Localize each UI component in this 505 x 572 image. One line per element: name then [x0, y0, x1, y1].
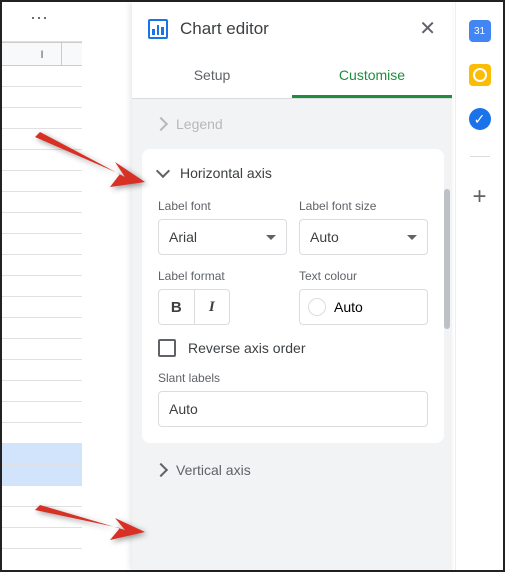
tabs: Setup Customise [132, 55, 452, 99]
chart-editor-panel: Chart editor ✕ Setup Customise Legend Ho… [132, 2, 452, 570]
annotation-arrow [30, 122, 150, 207]
chevron-right-icon [154, 463, 168, 477]
label-font-label: Label font [158, 199, 287, 213]
section-vertical-axis[interactable]: Vertical axis [142, 449, 450, 491]
section-haxis-header[interactable]: Horizontal axis [158, 165, 428, 181]
spreadsheet-background: I [2, 2, 82, 570]
section-legend[interactable]: Legend [142, 103, 450, 145]
caret-down-icon [407, 235, 417, 240]
close-icon[interactable]: ✕ [419, 16, 436, 41]
label-font-size-label: Label font size [299, 199, 428, 213]
text-colour-dropdown[interactable]: Auto [299, 289, 428, 325]
tab-setup[interactable]: Setup [132, 55, 292, 98]
divider [470, 156, 490, 157]
column-header[interactable]: I [2, 42, 82, 66]
section-horizontal-axis: Horizontal axis Label font Arial Label f… [142, 149, 444, 443]
add-icon[interactable]: + [472, 183, 486, 211]
bold-button[interactable]: B [159, 290, 195, 324]
chevron-down-icon [156, 164, 170, 178]
chart-icon [148, 19, 168, 39]
panel-title: Chart editor [180, 19, 407, 39]
slant-labels-dropdown[interactable]: Auto [158, 391, 428, 427]
panel-body: Legend Horizontal axis Label font Arial … [132, 99, 452, 570]
slant-labels-label: Slant labels [158, 371, 428, 385]
label-format-label: Label format [158, 269, 287, 283]
keep-icon[interactable] [469, 64, 491, 86]
chevron-right-icon [154, 117, 168, 131]
reverse-axis-checkbox[interactable]: Reverse axis order [158, 339, 428, 357]
checkbox-icon [158, 339, 176, 357]
italic-button[interactable]: I [195, 290, 230, 324]
colour-chip-icon [308, 298, 326, 316]
caret-down-icon [266, 235, 276, 240]
text-colour-label: Text colour [299, 269, 428, 283]
tasks-icon[interactable] [469, 108, 491, 130]
annotation-arrow [30, 490, 150, 555]
label-font-dropdown[interactable]: Arial [158, 219, 287, 255]
calendar-icon[interactable] [469, 20, 491, 42]
more-menu-icon[interactable]: ⋯ [30, 8, 50, 29]
side-panel: + [455, 2, 503, 570]
scrollbar[interactable] [444, 189, 450, 329]
label-font-size-dropdown[interactable]: Auto [299, 219, 428, 255]
label-format-buttons: B I [158, 289, 230, 325]
tab-customise[interactable]: Customise [292, 55, 452, 98]
